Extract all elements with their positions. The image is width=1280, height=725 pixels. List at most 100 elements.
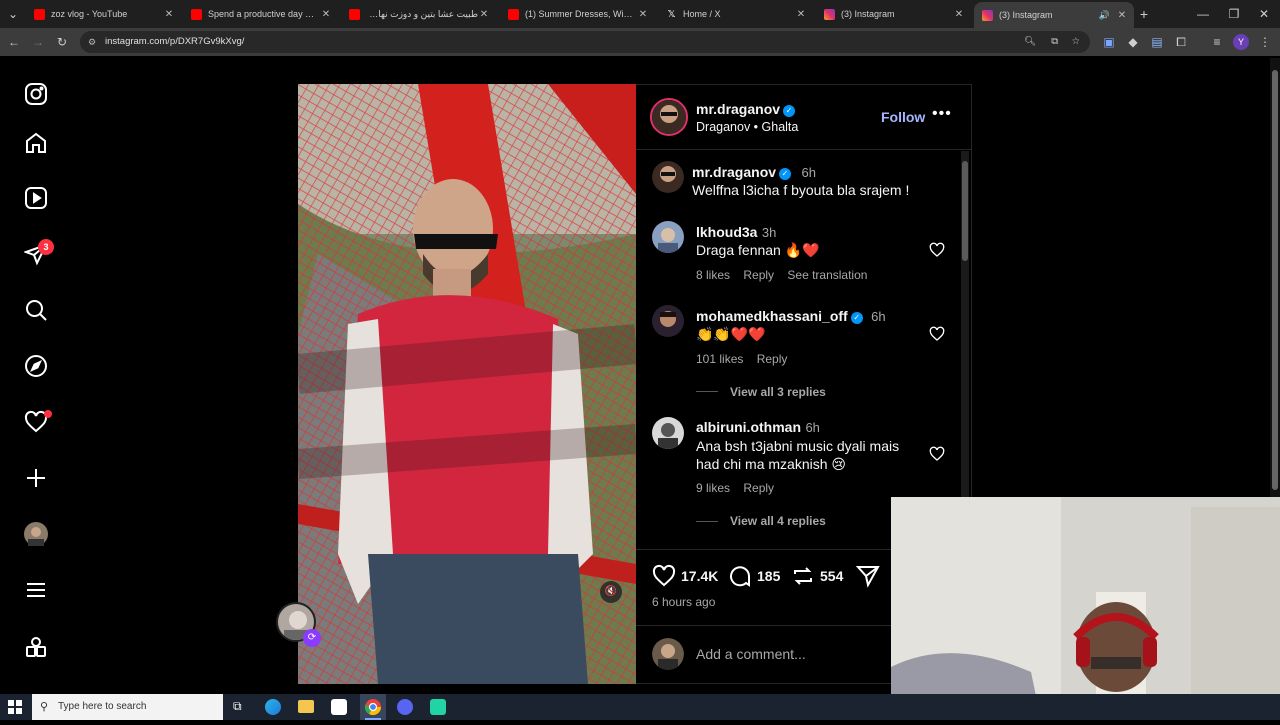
- address-bar[interactable]: ⚙ instagram.com/p/DXR7Gv9kXvg/ 🔍︎ ⧉ ☆: [80, 31, 1090, 53]
- site-info-icon[interactable]: ⚙: [88, 31, 96, 53]
- instagram-logo-icon[interactable]: [22, 80, 50, 108]
- comment-icon[interactable]: [728, 564, 752, 588]
- mute-icon[interactable]: 🔇: [600, 581, 622, 603]
- audio-subtitle[interactable]: Draganov • Ghalta: [696, 120, 798, 134]
- extensions-puzzle-icon[interactable]: ⧠: [1173, 34, 1189, 50]
- tab-summer-dresses[interactable]: (1) Summer Dresses, Winter Ch ✕: [500, 3, 655, 25]
- zoom-icon[interactable]: 🔍︎: [1024, 31, 1036, 53]
- microsoft-store-icon[interactable]: [331, 699, 347, 715]
- close-icon[interactable]: ✕: [637, 9, 649, 20]
- like-comment-icon[interactable]: [929, 446, 945, 462]
- tab-instagram[interactable]: (3) Instagram ✕: [816, 3, 971, 25]
- scrollbar-thumb[interactable]: [962, 161, 968, 261]
- reload-icon[interactable]: ↻: [54, 34, 70, 50]
- follow-button[interactable]: Follow: [881, 109, 925, 125]
- comment-avatar[interactable]: [652, 221, 684, 253]
- x-icon: 𝕏: [667, 8, 676, 20]
- close-icon[interactable]: ✕: [953, 9, 965, 20]
- file-explorer-icon[interactable]: [298, 700, 314, 713]
- like-count[interactable]: 17.4K: [681, 568, 718, 584]
- discord-icon[interactable]: [397, 699, 413, 715]
- caption-time[interactable]: 6h: [801, 165, 815, 180]
- post-image[interactable]: 🔇: [298, 84, 636, 684]
- profile-avatar[interactable]: [22, 520, 50, 548]
- comment-username[interactable]: lkhoud3a: [696, 224, 757, 240]
- tab-title: (1) Summer Dresses, Winter Ch: [525, 9, 637, 19]
- comment-time[interactable]: 6h: [871, 309, 885, 324]
- menu-icon[interactable]: [22, 576, 50, 604]
- see-translation-button[interactable]: See translation: [787, 268, 867, 282]
- bookmark-star-icon[interactable]: ☆: [1071, 31, 1080, 53]
- repost-icon[interactable]: [791, 564, 815, 588]
- home-icon[interactable]: [22, 129, 50, 157]
- more-apps-icon[interactable]: [22, 633, 50, 661]
- author-username[interactable]: mr.draganov: [696, 101, 780, 117]
- edge-icon[interactable]: [265, 699, 281, 715]
- view-replies-button[interactable]: View all 4 replies: [730, 514, 826, 528]
- author-avatar[interactable]: [650, 98, 688, 136]
- caption-avatar[interactable]: [652, 161, 684, 193]
- minimize-icon[interactable]: —: [1195, 6, 1211, 22]
- comment-likes[interactable]: 101 likes: [696, 352, 743, 366]
- add-comment-input[interactable]: Add a comment...: [696, 646, 806, 662]
- extension-cloud-icon[interactable]: ▤: [1149, 34, 1165, 50]
- tab-home-x[interactable]: 𝕏 Home / X ✕: [658, 3, 813, 25]
- tab-productive-day[interactable]: Spend a productive day with me ✕: [183, 3, 338, 25]
- more-options-icon[interactable]: •••: [932, 105, 952, 123]
- tab-zoz-vlog[interactable]: zoz vlog - YouTube ✕: [26, 3, 181, 25]
- close-icon[interactable]: ✕: [163, 9, 175, 20]
- comment-username[interactable]: albiruni.othman: [696, 419, 801, 435]
- create-icon[interactable]: [22, 464, 50, 492]
- like-comment-icon[interactable]: [929, 242, 945, 258]
- search-icon[interactable]: [22, 296, 50, 324]
- task-view-icon[interactable]: ⧉: [233, 699, 249, 715]
- posted-time[interactable]: 6 hours ago: [652, 595, 715, 609]
- windows-start-icon[interactable]: [8, 700, 22, 714]
- close-icon[interactable]: ✕: [478, 9, 490, 20]
- close-icon[interactable]: ✕: [1116, 10, 1128, 21]
- comment-likes[interactable]: 9 likes: [696, 481, 730, 495]
- tab-arabic-video[interactable]: طبيت عشا بتين و دوزت نهار واعر ✕: [341, 3, 496, 25]
- repost-badge-icon: ⟳: [303, 629, 321, 647]
- chrome-taskbar-button[interactable]: [360, 694, 386, 720]
- comments-scrollbar[interactable]: [961, 151, 969, 549]
- extension-translate-icon[interactable]: ▣: [1101, 34, 1117, 50]
- comment-likes[interactable]: 8 likes: [696, 268, 730, 282]
- explore-icon[interactable]: [22, 352, 50, 380]
- browser-menu-icon[interactable]: ⋮: [1257, 34, 1273, 50]
- comment-username[interactable]: mohamedkhassani_off: [696, 308, 848, 324]
- new-tab-icon[interactable]: +: [1136, 6, 1152, 22]
- extension-diamond-icon[interactable]: ◆: [1125, 34, 1141, 50]
- reply-button[interactable]: Reply: [743, 268, 774, 282]
- cast-icon[interactable]: ⧉: [1051, 31, 1058, 53]
- like-icon[interactable]: [652, 564, 676, 588]
- comment-time[interactable]: 6h: [805, 420, 819, 435]
- like-comment-icon[interactable]: [929, 326, 945, 342]
- profile-avatar-icon[interactable]: Y: [1233, 34, 1249, 50]
- reading-list-icon[interactable]: ≡: [1209, 34, 1225, 50]
- forward-icon[interactable]: →: [30, 34, 46, 50]
- view-replies-button[interactable]: View all 3 replies: [730, 385, 826, 399]
- tab-search-icon[interactable]: ⌄: [5, 6, 21, 22]
- window-close-icon[interactable]: ✕: [1256, 6, 1272, 22]
- close-icon[interactable]: ✕: [795, 9, 807, 20]
- tab-instagram-active[interactable]: (3) Instagram 🔊 ✕: [974, 2, 1134, 28]
- comment-avatar[interactable]: [652, 305, 684, 337]
- comment-avatar[interactable]: [652, 417, 684, 449]
- tab-title: (3) Instagram: [999, 10, 1053, 20]
- capcut-icon[interactable]: [430, 699, 446, 715]
- share-icon[interactable]: [856, 564, 880, 588]
- comment-time[interactable]: 3h: [762, 225, 776, 240]
- reply-button[interactable]: Reply: [757, 352, 788, 366]
- close-icon[interactable]: ✕: [320, 9, 332, 20]
- repost-count[interactable]: 554: [820, 568, 843, 584]
- comment-count[interactable]: 185: [757, 568, 780, 584]
- taskbar-search-input[interactable]: ⚲ Type here to search: [32, 694, 223, 720]
- maximize-icon[interactable]: ❐: [1226, 6, 1242, 22]
- back-icon[interactable]: ←: [6, 34, 22, 50]
- speaker-icon[interactable]: 🔊: [1099, 10, 1110, 21]
- reels-icon[interactable]: [22, 184, 50, 212]
- caption-username[interactable]: mr.draganov: [692, 164, 776, 180]
- reply-button[interactable]: Reply: [743, 481, 774, 495]
- page-scrollbar-thumb[interactable]: [1272, 70, 1278, 490]
